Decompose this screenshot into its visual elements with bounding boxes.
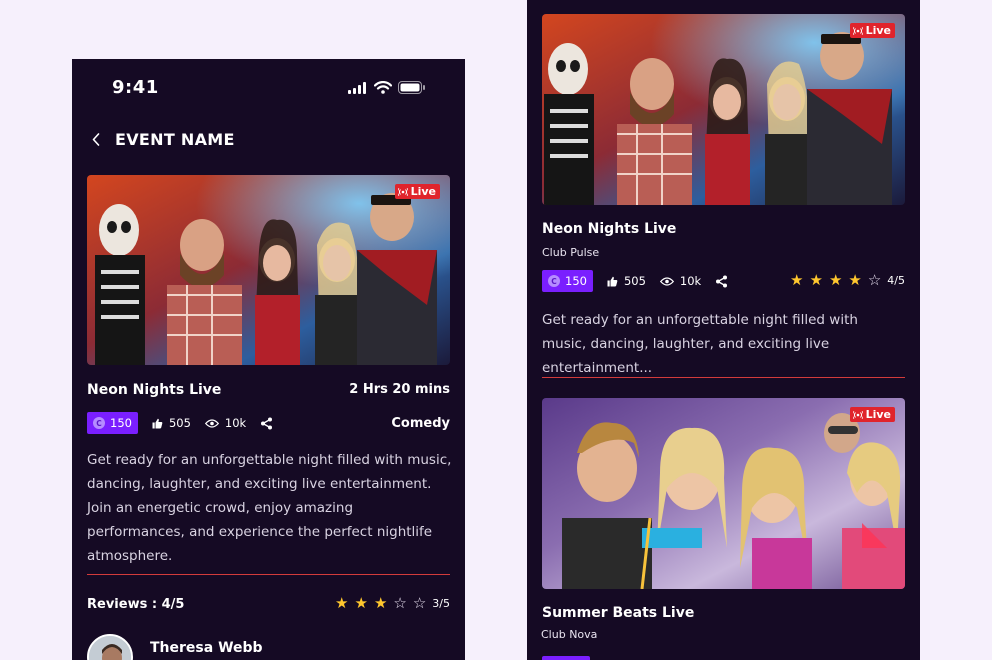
event-title: Neon Nights Live <box>87 382 222 398</box>
views-stat: 10k <box>204 416 247 430</box>
party-photo <box>542 14 905 205</box>
battery-icon <box>398 81 425 94</box>
coin-icon: C <box>548 275 560 287</box>
eye-icon <box>204 418 219 428</box>
share-icon <box>716 275 728 287</box>
likes-count: 505 <box>168 416 191 430</box>
event-card-title[interactable]: Summer Beats Live <box>542 605 694 621</box>
star-outline-icon: ☆ <box>867 271 882 289</box>
share-button[interactable] <box>260 417 273 430</box>
broadcast-icon <box>852 26 863 35</box>
live-label: Live <box>865 408 891 421</box>
star-icon: ★ <box>790 271 804 289</box>
live-badge: Live <box>849 407 895 422</box>
event-category: Comedy <box>391 416 450 431</box>
live-badge: Live <box>394 184 440 199</box>
event-detail-screen: 9:41 EVENT NAME Live Neon Nights Live 2 … <box>72 59 465 660</box>
event-card-image[interactable]: Live <box>542 14 905 205</box>
reviews-heading: Reviews : 4/5 <box>87 597 185 612</box>
party-photo <box>87 175 450 365</box>
share-button[interactable] <box>715 275 728 288</box>
coin-badge[interactable]: C 150 <box>87 412 138 434</box>
back-button[interactable] <box>87 128 105 150</box>
reviewer-avatar[interactable] <box>87 634 133 660</box>
coin-count: 150 <box>565 274 587 288</box>
star-icon: ★ <box>335 594 349 612</box>
event-description: Get ready for an unforgettable night fil… <box>87 452 452 564</box>
live-badge: Live <box>849 23 895 38</box>
views-count: 10k <box>679 274 702 288</box>
rating-text: 3/5 <box>432 597 450 610</box>
star-rating: ★ ★ ★ ☆ ☆ <box>335 596 426 611</box>
event-stats: C 150 505 10k <box>87 412 273 434</box>
reviewer-name: Theresa Webb <box>150 640 263 656</box>
back-arrow-icon <box>92 132 100 146</box>
status-bar: 9:41 <box>72 59 465 115</box>
avatar-image <box>89 636 131 660</box>
broadcast-icon <box>852 410 863 419</box>
thumbs-up-icon <box>152 418 163 428</box>
status-icons <box>348 81 425 94</box>
coin-badge[interactable] <box>542 656 590 660</box>
event-list-screen: Live Neon Nights Live Club Pulse C 150 5… <box>527 0 920 660</box>
wifi-icon <box>374 81 392 94</box>
star-icon: ★ <box>848 271 862 289</box>
live-label: Live <box>865 24 891 37</box>
rating-text: 4/5 <box>887 274 905 287</box>
likes-stat[interactable]: 505 <box>152 416 191 430</box>
signal-icon <box>348 82 366 94</box>
coin-badge[interactable]: C 150 <box>542 270 593 292</box>
likes-stat[interactable]: 505 <box>607 274 646 288</box>
star-icon: ★ <box>354 594 368 612</box>
event-image[interactable]: Live <box>87 175 450 365</box>
star-icon: ★ <box>809 271 823 289</box>
broadcast-icon <box>397 187 408 196</box>
party-photo <box>542 398 905 589</box>
share-icon <box>261 417 273 429</box>
event-card-venue: Club Nova <box>541 628 598 641</box>
event-card-stats: C 150 505 10k <box>542 270 728 292</box>
coin-icon: C <box>93 417 105 429</box>
star-outline-icon: ☆ <box>393 594 407 612</box>
star-icon: ★ <box>373 594 388 612</box>
views-stat: 10k <box>659 274 702 288</box>
event-duration: 2 Hrs 20 mins <box>349 382 450 397</box>
reviews-rating: ★ ★ ★ ☆ ☆ 3/5 <box>335 596 450 611</box>
event-card-rating: ★ ★ ★ ★ ☆ 4/5 <box>790 273 905 288</box>
top-header: EVENT NAME <box>87 127 235 151</box>
coin-count: 150 <box>110 416 132 430</box>
event-card-description: Get ready for an unforgettable night fil… <box>542 312 858 376</box>
star-outline-icon: ☆ <box>412 594 427 612</box>
star-icon: ★ <box>828 271 843 289</box>
thumbs-up-icon <box>607 276 618 286</box>
views-count: 10k <box>224 416 247 430</box>
divider <box>87 574 450 575</box>
divider <box>542 377 905 378</box>
eye-icon <box>659 276 674 286</box>
status-time: 9:41 <box>112 77 159 98</box>
event-card-venue: Club Pulse <box>542 246 600 259</box>
page-title: EVENT NAME <box>115 129 235 149</box>
live-label: Live <box>410 185 436 198</box>
likes-count: 505 <box>623 274 646 288</box>
event-card-image[interactable]: Live <box>542 398 905 589</box>
event-card-title[interactable]: Neon Nights Live <box>542 221 676 237</box>
star-rating: ★ ★ ★ ★ ☆ <box>790 273 881 288</box>
